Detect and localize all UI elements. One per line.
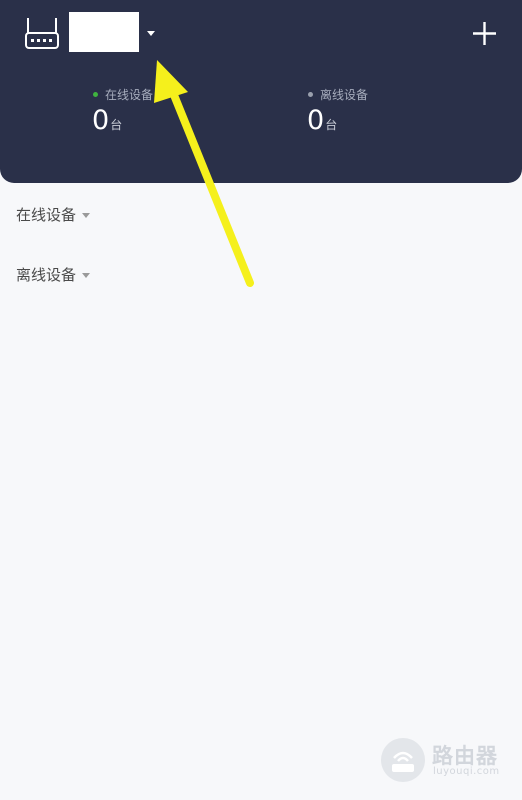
router-name-redacted[interactable] — [69, 12, 139, 52]
online-devices-count: 0 — [92, 105, 110, 136]
chevron-down-icon — [82, 212, 91, 218]
offline-status-dot-icon — [308, 91, 313, 97]
online-devices-label: 在线设备 — [105, 87, 154, 102]
plus-icon[interactable] — [472, 21, 497, 46]
online-devices-unit: 台 — [110, 118, 123, 132]
online-section-label: 在线设备 — [16, 206, 77, 224]
router-logo-icon — [381, 738, 425, 782]
chevron-down-icon — [82, 272, 91, 278]
watermark: 路由器 luyouqi.com — [380, 737, 510, 785]
watermark-domain: luyouqi.com — [433, 766, 500, 777]
offline-devices-section-toggle[interactable]: 离线设备 — [16, 264, 91, 285]
offline-devices-count: 0 — [307, 105, 325, 136]
offline-devices-stat: 离线设备 0 台 — [307, 86, 368, 136]
offline-devices-label: 离线设备 — [320, 87, 369, 102]
offline-section-label: 离线设备 — [16, 266, 77, 284]
online-status-dot-icon — [93, 91, 98, 97]
caret-down-icon[interactable] — [147, 31, 155, 36]
router-icon[interactable] — [22, 16, 62, 52]
online-devices-stat: 在线设备 0 台 — [92, 86, 153, 136]
header: 在线设备 0 台 离线设备 0 台 — [0, 0, 522, 183]
offline-devices-unit: 台 — [325, 118, 338, 132]
online-devices-section-toggle[interactable]: 在线设备 — [16, 204, 91, 225]
